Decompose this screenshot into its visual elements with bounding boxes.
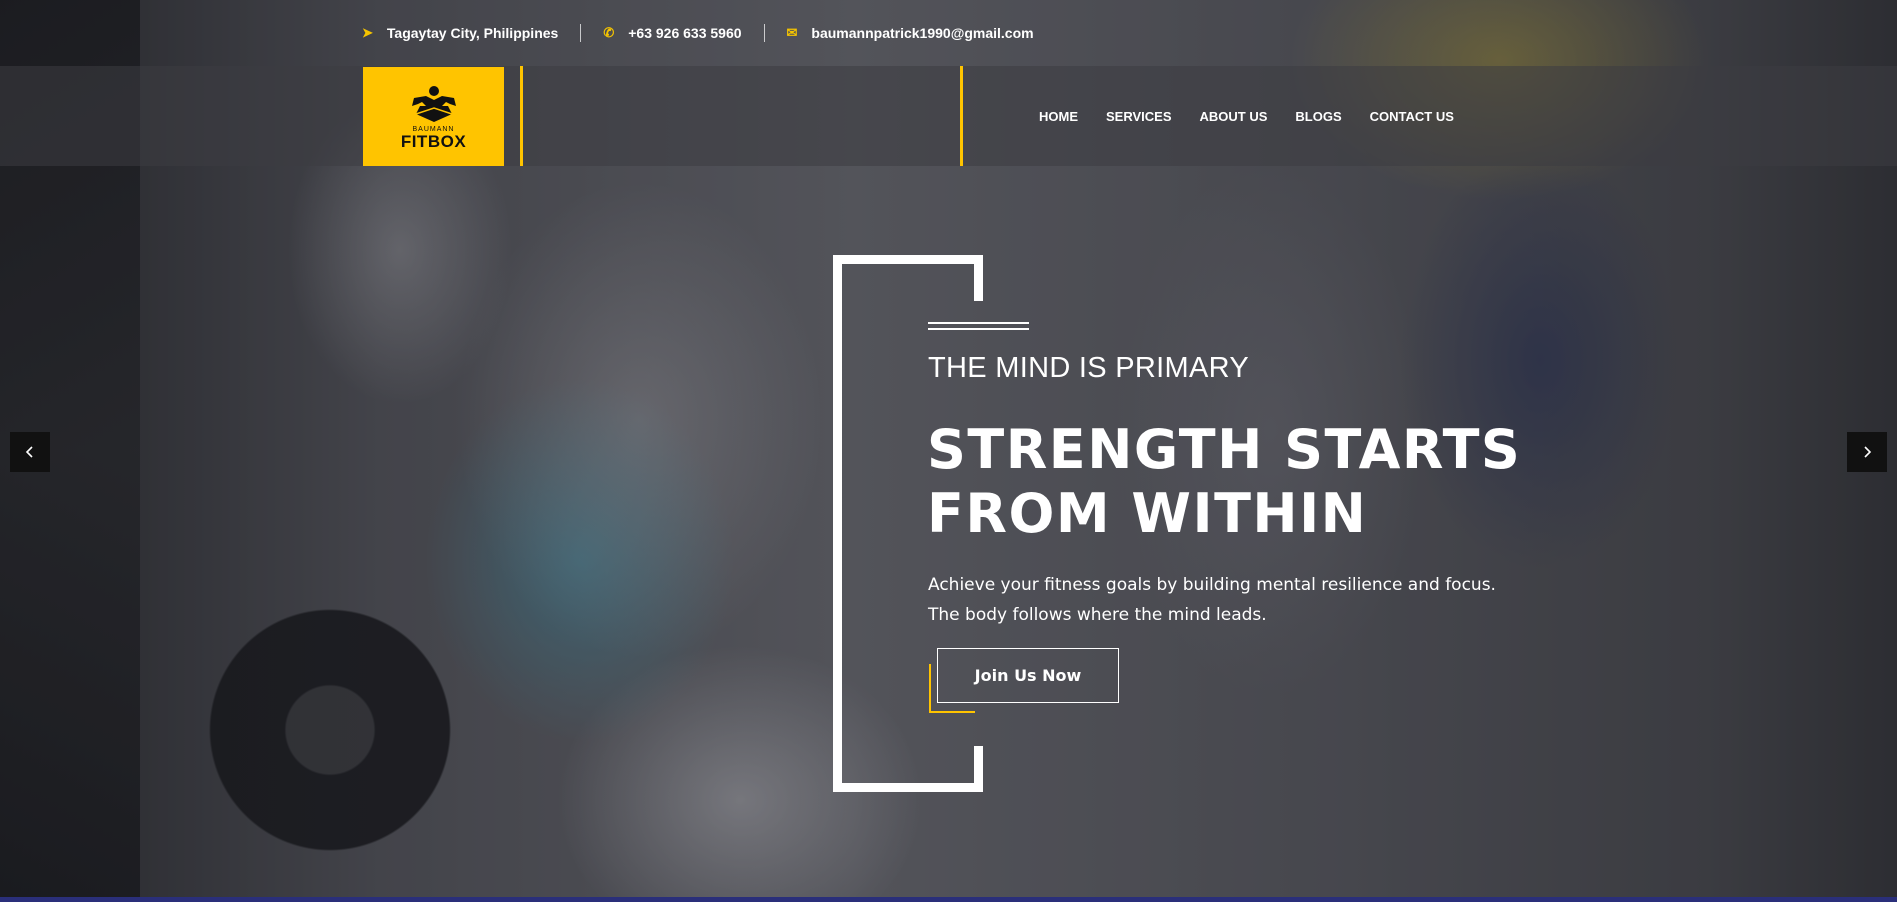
slider-next-button[interactable] [1847,432,1887,472]
nav-item-contact-us[interactable]: CONTACT US [1370,109,1454,124]
slider-prev-button[interactable] [10,432,50,472]
join-us-button[interactable]: Join Us Now [937,648,1119,703]
phone-text[interactable]: +63 926 633 5960 [628,25,741,41]
chevron-right-icon [1864,446,1872,458]
hero-frame-top [833,255,983,264]
hero-frame-left [833,255,842,792]
hero-headline: STRENGTH STARTS FROM WITHIN [927,418,1547,546]
hero-headline-line: STRENGTH STARTS [927,418,1522,481]
hero-frame-bottom-tick [974,746,983,792]
location-text: Tagaytay City, Philippines [386,25,559,41]
hero-frame-top-tick [974,255,983,301]
nav-item-services[interactable]: SERVICES [1106,109,1172,124]
header-accent-line [960,66,963,166]
hero-headline-line: FROM WITHIN [927,482,1368,545]
email-info[interactable]: ✉ baumannpatrick1990@gmail.com [765,25,1056,41]
phone-info[interactable]: ✆ +63 926 633 5960 [581,25,763,41]
email-text[interactable]: baumannpatrick1990@gmail.com [811,25,1033,41]
logo-brand-text: FITBOX [400,131,467,151]
hero-description-line: The body follows where the mind leads. [928,605,1267,625]
envelope-icon: ✉ [786,25,798,40]
hero-description-line: Achieve your fitness goals by building m… [928,575,1496,595]
location-arrow-icon: ➤ [362,25,373,40]
subtitle-decor-line [928,322,1029,324]
location-info: ➤ Tagaytay City, Philippines [362,25,580,41]
chevron-left-icon [25,446,33,458]
site-header: BAUMANN FITBOX HOME SERVICES ABOUT US BL… [0,66,1897,166]
nav-item-home[interactable]: HOME [1039,109,1078,124]
hero-description: Achieve your fitness goals by building m… [928,570,1548,630]
bottom-edge-strip [0,897,1897,902]
subtitle-decor-line [928,328,1029,330]
logo-box-icon [411,85,456,122]
hero-frame-bottom [833,783,983,792]
nav-item-blogs[interactable]: BLOGS [1295,109,1341,124]
top-info-bar: ➤ Tagaytay City, Philippines ✆ +63 926 6… [0,0,1897,66]
site-logo[interactable]: BAUMANN FITBOX [363,67,504,166]
nav-item-about-us[interactable]: ABOUT US [1200,109,1268,124]
phone-icon: ✆ [603,25,615,40]
header-accent-line [520,66,523,166]
hero-subtitle: THE MIND IS PRIMARY [928,352,1249,384]
main-nav: HOME SERVICES ABOUT US BLOGS CONTACT US [1039,66,1454,166]
